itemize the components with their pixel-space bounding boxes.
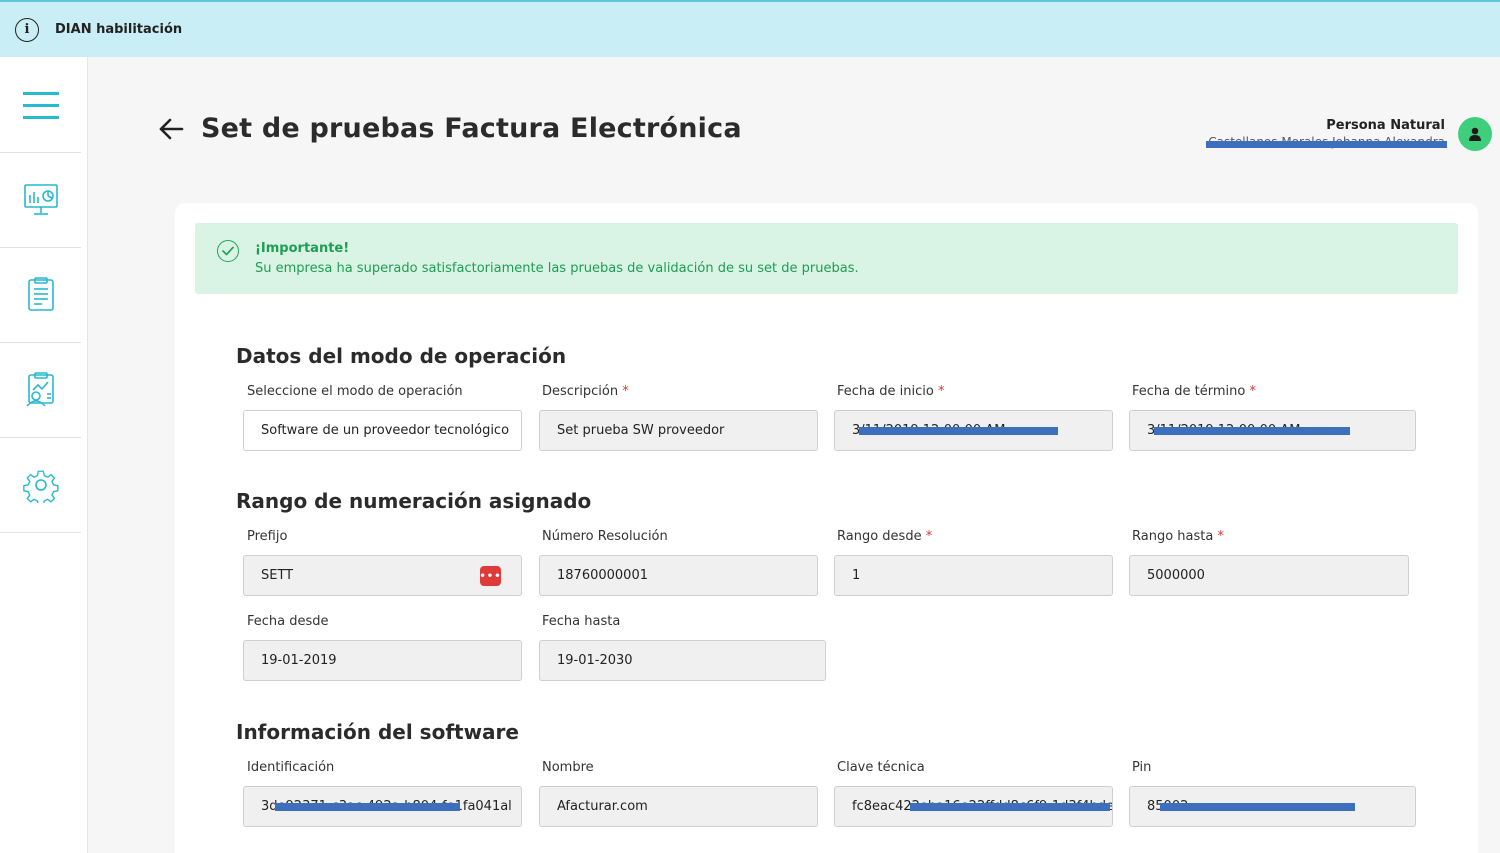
operation-mode-value: Software de un proveedor tecnológico <box>261 423 510 438</box>
page-title: Set de pruebas Factura Electrónica <box>201 113 742 144</box>
user-name: Castellanos Morales Johanna Alexandra <box>1206 135 1447 149</box>
redaction-bar <box>910 803 1110 811</box>
range-to-value: 5000000 <box>1147 568 1205 583</box>
prefix-value: SETT <box>261 568 294 583</box>
software-name-value: Afacturar.com <box>557 799 648 814</box>
info-icon[interactable]: i <box>15 17 39 42</box>
end-date-field[interactable]: 3/11/2019 12:00:00 AM <box>1129 410 1416 451</box>
main-card: ¡Importante! Su empresa ha superado sati… <box>175 203 1478 853</box>
success-alert: ¡Importante! Su empresa ha superado sati… <box>195 223 1458 294</box>
prefix-label: Prefijo <box>247 529 288 544</box>
app-title: DIAN habilitación <box>55 22 183 37</box>
redaction-bar <box>1160 803 1355 811</box>
more-options-icon[interactable]: ••• <box>479 566 501 586</box>
user-info: Persona Natural Castellanos Morales Joha… <box>1206 118 1447 149</box>
range-from-field[interactable]: 1 <box>834 555 1113 596</box>
technical-key-label: Clave técnica <box>837 760 925 775</box>
sidebar-item-dashboard[interactable] <box>0 153 81 248</box>
software-id-label: Identificación <box>247 760 335 775</box>
range-from-label: Rango desde * <box>837 529 933 544</box>
sidebar-item-settings[interactable] <box>0 438 81 533</box>
operation-mode-select[interactable]: Software de un proveedor tecnológico <box>243 410 522 451</box>
report-user-icon <box>25 372 54 407</box>
page-header: Set de pruebas Factura Electrónica <box>156 113 742 144</box>
alert-message: Su empresa ha superado satisfactoriament… <box>255 261 859 276</box>
range-from-value: 1 <box>852 568 861 583</box>
range-to-label: Rango hasta * <box>1132 529 1224 544</box>
resolution-label: Número Resolución <box>542 529 668 544</box>
alert-title: ¡Importante! <box>255 241 350 256</box>
document-list-icon <box>27 277 54 311</box>
mode-label: Seleccione el modo de operación <box>247 384 463 399</box>
sidebar-item-reports[interactable] <box>0 343 81 438</box>
pin-field[interactable]: 85002 <box>1129 786 1416 827</box>
user-role: Persona Natural <box>1326 118 1445 133</box>
redaction-bar <box>859 427 1058 435</box>
start-date-field[interactable]: 3/11/2019 12:00:00 AM <box>834 410 1113 451</box>
redaction-bar <box>1206 141 1447 148</box>
dashboard-monitor-icon <box>23 184 58 215</box>
date-from-value: 19-01-2019 <box>261 653 337 668</box>
date-to-label: Fecha hasta <box>542 614 621 629</box>
check-circle-icon <box>217 240 239 262</box>
description-field[interactable]: Set prueba SW proveedor <box>539 410 818 451</box>
top-bar: i DIAN habilitación <box>0 0 1500 57</box>
resolution-value: 18760000001 <box>557 568 648 583</box>
pin-label: Pin <box>1132 760 1152 775</box>
sidebar-item-menu[interactable] <box>0 57 81 153</box>
description-label: Descripción * <box>542 384 629 399</box>
technical-key-field[interactable]: fc8eac422eba16e22ffdd8c6f9-1d3f4bde <box>834 786 1113 827</box>
section-title-operation: Datos del modo de operación <box>236 344 567 368</box>
end-date-label: Fecha de término * <box>1132 384 1256 399</box>
date-to-value: 19-01-2030 <box>557 653 633 668</box>
description-value: Set prueba SW proveedor <box>557 423 725 438</box>
user-icon <box>1469 127 1481 141</box>
avatar[interactable] <box>1458 117 1492 151</box>
software-id-field[interactable]: 3de92371-c3ac-492a-b804-fe1fa041al <box>243 786 522 827</box>
sidebar <box>0 57 88 853</box>
redaction-bar <box>275 803 460 811</box>
back-arrow-icon[interactable] <box>156 114 186 144</box>
date-from-label: Fecha desde <box>247 614 329 629</box>
gear-icon <box>22 470 59 503</box>
prefix-field[interactable]: SETT ••• <box>243 555 522 596</box>
section-title-range: Rango de numeración asignado <box>236 489 592 513</box>
section-title-software: Información del software <box>236 720 519 744</box>
range-to-field[interactable]: 5000000 <box>1129 555 1409 596</box>
resolution-field[interactable]: 18760000001 <box>539 555 818 596</box>
software-name-field[interactable]: Afacturar.com <box>539 786 818 827</box>
date-to-field[interactable]: 19-01-2030 <box>539 640 826 681</box>
menu-icon <box>22 91 59 119</box>
software-name-label: Nombre <box>542 760 594 775</box>
redaction-bar <box>1154 427 1350 435</box>
sidebar-item-documents[interactable] <box>0 248 81 343</box>
date-from-field[interactable]: 19-01-2019 <box>243 640 522 681</box>
start-date-label: Fecha de inicio * <box>837 384 945 399</box>
